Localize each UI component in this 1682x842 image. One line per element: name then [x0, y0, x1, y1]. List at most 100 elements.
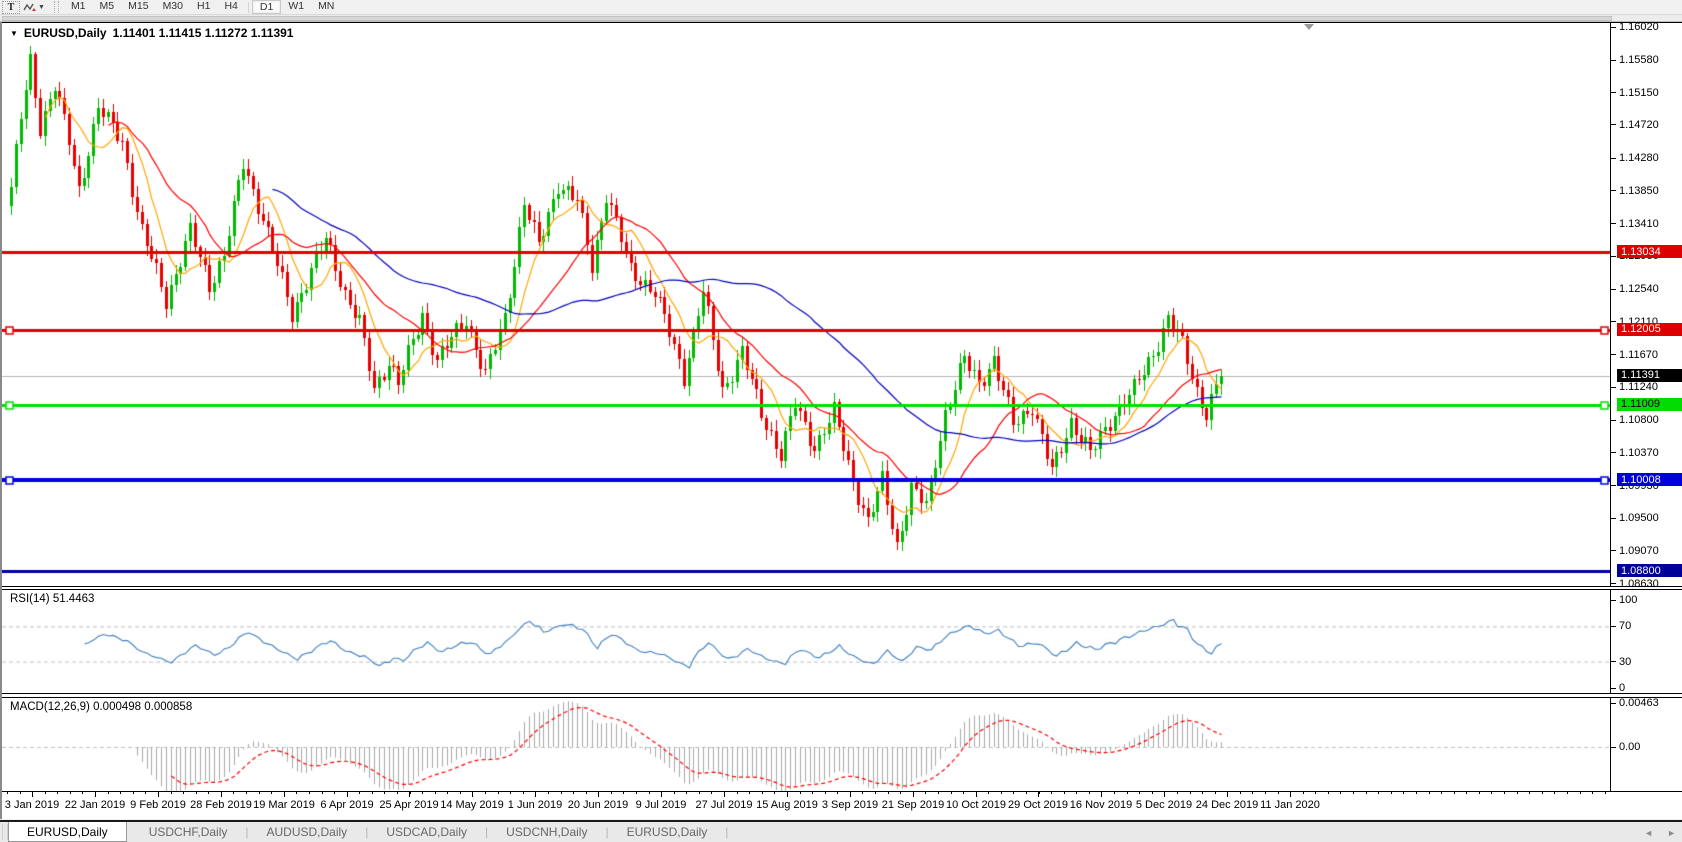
date-label: 15 Aug 2019 — [756, 799, 818, 811]
date-major-tick — [724, 792, 725, 797]
tab-eurusd-daily[interactable]: EURUSD,Daily — [8, 822, 127, 842]
date-minor-tick — [1076, 792, 1078, 794]
date-minor-tick — [120, 792, 122, 794]
chart-shift-marker[interactable] — [1304, 24, 1314, 30]
date-label: 10 Oct 2019 — [946, 799, 1006, 811]
rsi-canvas[interactable] — [2, 590, 1611, 693]
tick-label: 1.14720 — [1619, 118, 1659, 131]
date-minor-tick — [497, 792, 499, 794]
macd-axis[interactable]: 0.004630.00-0.00529 — [1611, 697, 1682, 803]
tab-usdcad-daily[interactable]: USDCAD,Daily — [368, 822, 485, 842]
tick-dash — [1611, 288, 1616, 290]
price-tag-1.13034: 1.13034 — [1617, 245, 1682, 259]
tab-scroll-right-icon[interactable]: ► — [1667, 828, 1676, 838]
timeframe-button-h4[interactable]: H4 — [217, 0, 244, 14]
tick-dash — [1611, 354, 1616, 356]
tick-label: 1.15580 — [1619, 54, 1659, 67]
date-minor-tick — [422, 792, 424, 794]
date-minor-tick — [761, 792, 763, 794]
tick-label: 1.16020 — [1619, 21, 1659, 33]
date-label: 28 Feb 2019 — [190, 799, 252, 811]
date-label: 19 Mar 2019 — [253, 799, 315, 811]
date-minor-tick — [1302, 792, 1304, 794]
timeframe-button-m1[interactable]: M1 — [64, 0, 93, 14]
date-label: 24 Dec 2019 — [1195, 799, 1259, 811]
date-minor-tick — [749, 792, 751, 794]
tab-separator: | — [725, 825, 729, 839]
date-minor-tick — [900, 792, 902, 794]
tick-dash — [1611, 687, 1616, 689]
date-major-tick — [221, 792, 222, 797]
date-minor-tick — [711, 792, 713, 794]
date-minor-tick — [547, 792, 549, 794]
price-tag-1.11391: 1.11391 — [1617, 368, 1682, 382]
date-minor-tick — [736, 792, 738, 794]
price-axis-tick: 1.13410 — [1611, 218, 1682, 230]
date-label: 3 Sep 2019 — [821, 799, 879, 811]
date-label: 16 Nov 2019 — [1069, 799, 1133, 811]
rsi-axis[interactable]: 100 70 30 0 — [1611, 590, 1682, 694]
main-chart-canvas[interactable] — [2, 23, 1611, 586]
timeframe-button-w1[interactable]: W1 — [281, 0, 311, 14]
timeframe-button-m5[interactable]: M5 — [93, 0, 122, 14]
date-label: 11 Jan 2020 — [1260, 799, 1320, 811]
date-minor-tick — [1353, 792, 1355, 794]
date-minor-tick — [648, 792, 650, 794]
text-tool-button[interactable]: T — [2, 0, 20, 14]
date-minor-tick — [1566, 792, 1568, 794]
chart-menu-icon[interactable]: ▼ — [10, 29, 18, 38]
date-minor-tick — [384, 792, 386, 794]
timeframe-button-mn[interactable]: MN — [311, 0, 341, 14]
tick-dash — [1611, 124, 1616, 126]
date-minor-tick — [246, 792, 248, 794]
date-minor-tick — [1365, 792, 1367, 794]
date-minor-tick — [673, 792, 675, 794]
tick-dash — [1611, 59, 1616, 61]
chart-h-scrollbar[interactable] — [0, 15, 1682, 22]
styles-dropdown-button[interactable]: ▼ — [22, 1, 46, 14]
date-minor-tick — [459, 792, 461, 794]
tick-label: 1.13850 — [1619, 184, 1659, 197]
chart-window: ▼ EURUSD,Daily 1.11401 1.11415 1.11272 1… — [0, 21, 1682, 819]
date-minor-tick — [434, 792, 436, 794]
tab-usdchf-daily[interactable]: USDCHF,Daily — [131, 822, 246, 842]
date-minor-tick — [610, 792, 612, 794]
rsi-label: RSI(14) 51.4463 — [10, 593, 95, 605]
date-major-tick — [1290, 792, 1291, 797]
timeframe-button-d1[interactable]: D1 — [251, 0, 282, 14]
price-axis[interactable]: 1.16020 1.15580 1.15150 1.14720 1.14280 1.138… — [1611, 21, 1682, 590]
date-minor-tick — [875, 792, 877, 794]
price-tag-1.12005: 1.12005 — [1617, 322, 1682, 336]
tick-label: 1.09500 — [1619, 512, 1659, 525]
chart-title: ▼ EURUSD,Daily 1.11401 1.11415 1.11272 1… — [10, 26, 293, 40]
date-minor-tick — [132, 792, 134, 794]
chart-h-scrollbar-thumb[interactable] — [2, 16, 1612, 21]
tick-label: 1.11670 — [1619, 348, 1658, 361]
date-label: 20 Jun 2019 — [567, 799, 629, 811]
date-major-tick — [976, 792, 977, 797]
date-minor-tick — [1000, 792, 1002, 794]
tab-eurusd-daily[interactable]: EURUSD,Daily — [609, 822, 726, 842]
date-minor-tick — [1390, 792, 1392, 794]
date-major-tick — [409, 792, 410, 797]
timeframe-button-m15[interactable]: M15 — [121, 0, 155, 14]
tab-audusd-daily[interactable]: AUDUSD,Daily — [249, 822, 366, 842]
timeframe-button-h1[interactable]: H1 — [190, 0, 217, 14]
date-minor-tick — [1025, 792, 1027, 794]
price-axis-tick: 1.14280 — [1611, 152, 1682, 164]
date-axis[interactable]: 3 Jan 2019 22 Jan 2019 9 Feb 2019 28 Feb 20… — [2, 792, 1682, 819]
date-minor-tick — [1415, 792, 1417, 794]
date-minor-tick — [1441, 792, 1443, 794]
price-axis-tick: 1.09500 — [1611, 512, 1682, 524]
date-label: 29 Oct 2019 — [1008, 799, 1068, 811]
timeframe-button-m30[interactable]: M30 — [156, 0, 190, 14]
tick-dash — [1611, 583, 1616, 585]
tab-scroll-left-icon[interactable]: ◄ — [1644, 828, 1653, 838]
tab-usdcnh-daily[interactable]: USDCNH,Daily — [488, 822, 605, 842]
date-minor-tick — [57, 792, 59, 794]
date-minor-tick — [950, 792, 952, 794]
tick-label: 1.12540 — [1619, 283, 1659, 296]
date-minor-tick — [208, 792, 210, 794]
macd-canvas[interactable] — [2, 698, 1611, 791]
date-minor-tick — [1139, 792, 1141, 794]
